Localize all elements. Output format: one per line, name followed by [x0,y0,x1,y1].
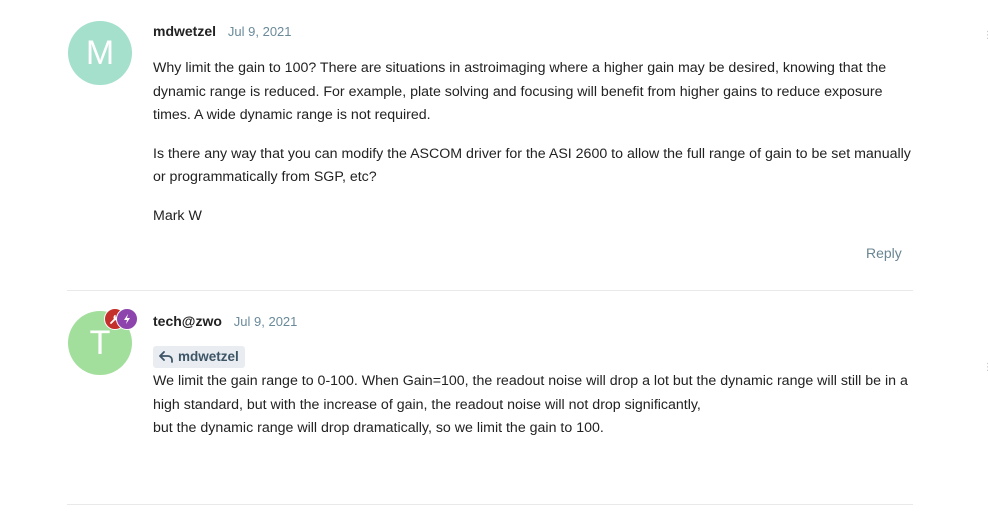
username[interactable]: tech@zwo [153,313,222,329]
reply-arrow-icon [159,351,173,363]
avatar[interactable]: M [68,21,132,85]
divider [67,290,913,291]
reply-button[interactable]: Reply [866,245,902,261]
username[interactable]: mdwetzel [153,23,216,39]
divider [67,504,913,505]
reply-to-username: mdwetzel [178,349,239,364]
paragraph: Why limit the gain to 100? There are sit… [153,60,887,123]
paragraph: We limit the gain range to 0-100. When G… [153,373,908,413]
post-body: Why limit the gain to 100? There are sit… [153,57,918,243]
paragraph: Is there any way that you can modify the… [153,145,911,186]
post-meta: tech@zwo Jul 9, 2021 [153,313,297,329]
more-options-icon[interactable]: ⋮ [983,362,988,373]
post-date[interactable]: Jul 9, 2021 [228,24,292,39]
reply-to-tag[interactable]: mdwetzel [153,346,245,368]
paragraph: Mark W [153,207,202,224]
lightning-icon [116,308,138,330]
paragraph: but the dynamic range will drop dramatic… [153,420,604,436]
post-date[interactable]: Jul 9, 2021 [234,314,298,329]
post-meta: mdwetzel Jul 9, 2021 [153,23,292,39]
more-options-icon[interactable]: ⋮ [983,30,988,41]
post-body: We limit the gain range to 0-100. When G… [153,370,918,441]
